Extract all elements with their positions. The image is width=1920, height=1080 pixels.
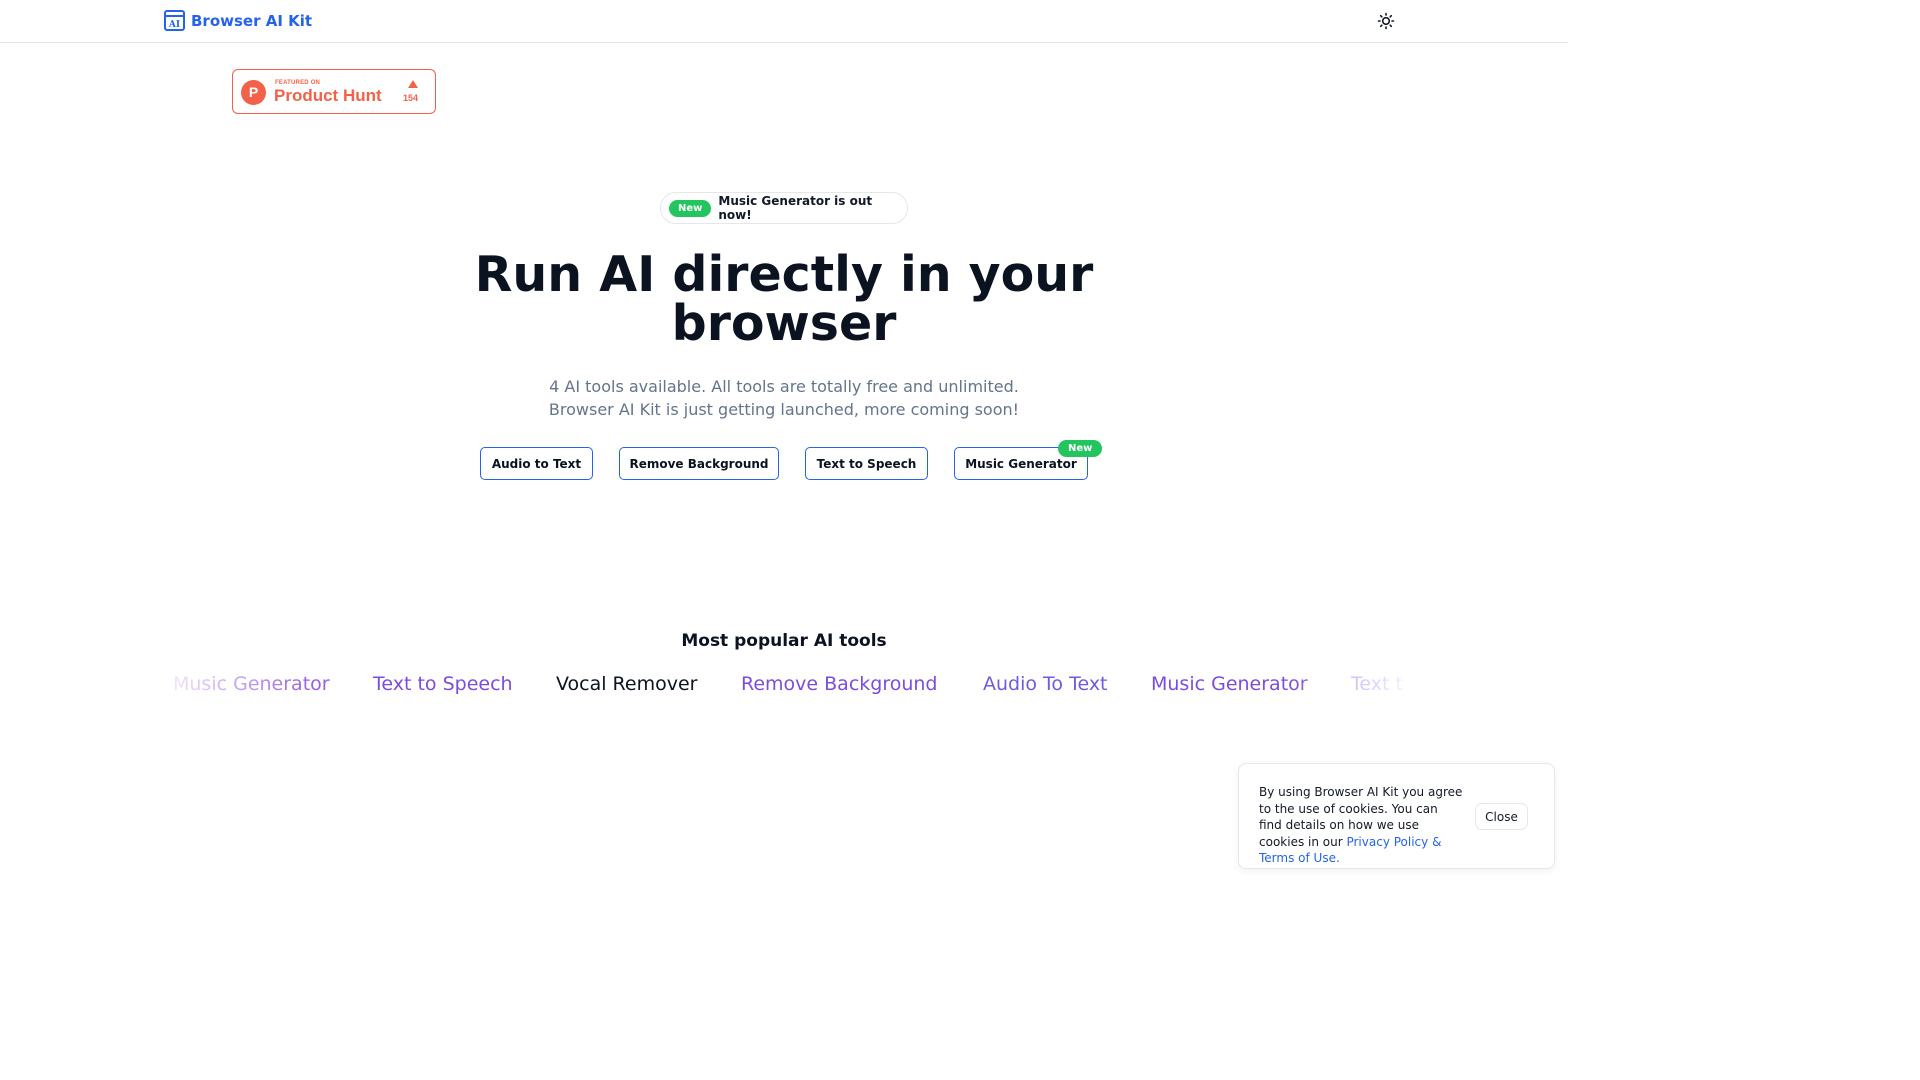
product-hunt-upvote-count: 154 — [403, 93, 419, 103]
popular-tool-item[interactable]: Music Generator — [1151, 673, 1308, 695]
popular-tool-item[interactable]: Text to Speech — [373, 673, 513, 695]
popular-tool-item[interactable]: Audio To Text — [983, 673, 1108, 695]
popular-tool-item[interactable]: Remove Background — [741, 673, 938, 695]
music-generator-new-badge: New — [1058, 440, 1103, 457]
remove-background-button[interactable]: Remove Background — [619, 447, 779, 480]
sun-icon — [1377, 12, 1395, 30]
upvote-arrow-icon — [408, 80, 418, 88]
hero-title: Run AI directly in your browser — [474, 246, 1094, 352]
text-to-speech-button[interactable]: Text to Speech — [805, 447, 928, 480]
hero-subtitle-line-2: Browser AI Kit is just getting launched,… — [548, 400, 1020, 419]
brand-logo-text: AI — [168, 20, 181, 30]
announcement-text: Music Generator is out now! — [718, 194, 873, 222]
cookie-close-button[interactable]: Close — [1475, 803, 1528, 830]
theme-toggle-button[interactable] — [1376, 11, 1396, 31]
popular-tool-item[interactable]: Vocal Remover — [556, 673, 697, 695]
popular-tools-marquee: Music Generator Text to Speech Vocal Rem… — [172, 670, 1410, 702]
hero-subtitle: 4 AI tools available. All tools are tota… — [384, 375, 1184, 421]
product-hunt-logo-icon: P — [241, 80, 266, 105]
cookie-banner: By using Browser AI Kit you agree to the… — [1238, 763, 1555, 869]
hero-subtitle-line-1: 4 AI tools available. All tools are tota… — [549, 377, 1019, 396]
brand-name: Browser AI Kit — [191, 11, 313, 30]
popular-tool-item[interactable]: Music Generator — [173, 673, 330, 695]
product-hunt-title: Product Hunt — [274, 86, 382, 105]
new-badge: New — [669, 199, 712, 217]
popular-tools-heading: Most popular AI tools — [681, 631, 887, 651]
cookie-message: By using Browser AI Kit you agree to the… — [1259, 784, 1464, 867]
audio-to-text-button[interactable]: Audio to Text — [480, 447, 593, 480]
brand-logo-icon: AI — [164, 10, 185, 31]
brand-home-link[interactable]: AI Browser AI Kit — [164, 10, 312, 31]
product-hunt-badge[interactable]: P FEATURED ON Product Hunt 154 — [232, 69, 436, 114]
announcement-pill[interactable]: New Music Generator is out now! — [660, 192, 908, 224]
top-nav: AI Browser AI Kit — [0, 0, 1568, 43]
popular-tool-item[interactable]: Text t — [1351, 673, 1403, 695]
